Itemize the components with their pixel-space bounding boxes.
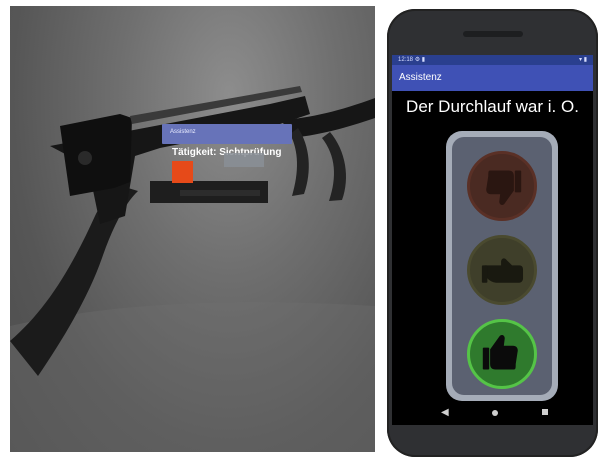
status-left-icons: ⚙ ▮ bbox=[414, 57, 426, 63]
status-right-icons: ▾ ▮ bbox=[579, 57, 587, 63]
thumb-sideways-button[interactable] bbox=[467, 235, 537, 305]
nav-back-icon[interactable]: ◀ bbox=[441, 407, 449, 418]
nav-recents-icon[interactable] bbox=[542, 409, 548, 415]
status-bar: 12:18 ⚙ ▮ ▾ ▮ bbox=[392, 55, 593, 65]
app-bar: Assistenz bbox=[392, 65, 593, 91]
glasses-hud-display: Assistenz Tätigkeit: Sichtprüfung bbox=[162, 124, 292, 183]
thumb-sideways-icon bbox=[481, 258, 524, 283]
hud-title: Assistenz bbox=[170, 129, 196, 135]
phone-speaker bbox=[463, 31, 523, 37]
hud-gray-block bbox=[224, 153, 264, 167]
thumb-up-icon bbox=[482, 335, 518, 370]
thumb-down-button[interactable] bbox=[467, 151, 537, 221]
navigation-bar: ◀ bbox=[392, 401, 593, 425]
app-title: Assistenz bbox=[399, 72, 442, 83]
result-message: Der Durchlauf war i. O. bbox=[406, 97, 579, 116]
phone-screen: 12:18 ⚙ ▮ ▾ ▮ Assistenz Der Durchlauf wa… bbox=[392, 55, 593, 425]
status-bar-left: 12:18 ⚙ ▮ bbox=[398, 55, 425, 65]
glasses-illustration bbox=[10, 86, 375, 452]
phone-device: 12:18 ⚙ ▮ ▾ ▮ Assistenz Der Durchlauf wa… bbox=[387, 9, 598, 457]
thumb-down-icon bbox=[486, 170, 522, 205]
glasses-photo: Assistenz Tätigkeit: Sichtprüfung bbox=[10, 6, 375, 452]
nav-home-icon[interactable] bbox=[492, 410, 498, 416]
thumb-up-button[interactable] bbox=[467, 319, 537, 389]
traffic-light-inner bbox=[452, 137, 552, 395]
hud-status-indicator bbox=[172, 161, 193, 183]
traffic-light bbox=[446, 131, 558, 401]
status-time: 12:18 bbox=[398, 57, 414, 63]
